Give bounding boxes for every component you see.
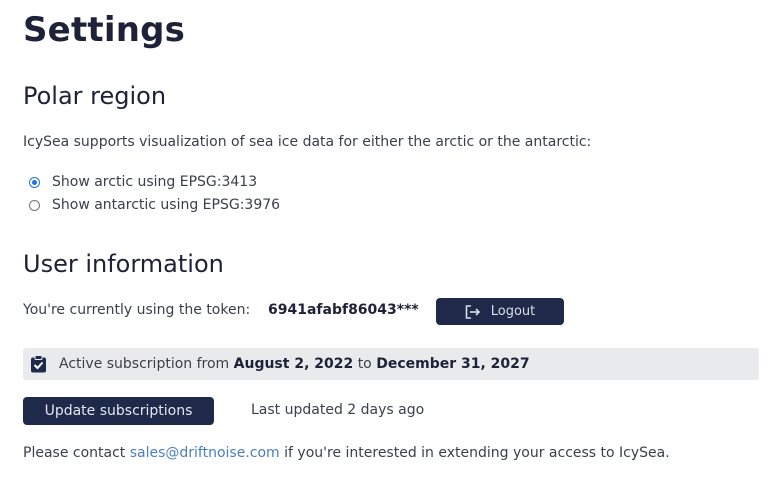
contact-prefix: Please contact bbox=[23, 445, 126, 461]
radio-option-antarctic[interactable]: Show antarctic using EPSG:3976 bbox=[29, 196, 280, 214]
clipboard-check-icon bbox=[30, 355, 47, 373]
logout-icon bbox=[465, 304, 480, 319]
subscription-connector: to bbox=[357, 356, 372, 372]
radio-option-arctic[interactable]: Show arctic using EPSG:3413 bbox=[29, 173, 257, 191]
user-information-title: User information bbox=[23, 250, 224, 278]
contact-suffix: if you're interested in extending your a… bbox=[284, 445, 670, 461]
last-updated-text: Last updated 2 days ago bbox=[251, 402, 425, 418]
logout-button[interactable]: Logout bbox=[436, 298, 564, 325]
page-title: Settings bbox=[23, 10, 186, 50]
contact-text: Please contact sales@driftnoise.com if y… bbox=[23, 445, 670, 461]
update-subscriptions-button[interactable]: Update subscriptions bbox=[23, 397, 214, 425]
token-value: 6941afabf86043*** bbox=[268, 302, 419, 318]
logout-label[interactable]: Logout bbox=[491, 304, 536, 319]
polar-region-title: Polar region bbox=[23, 82, 167, 110]
radio-label-arctic[interactable]: Show arctic using EPSG:3413 bbox=[52, 174, 257, 190]
subscription-status-bar: Active subscription from August 2, 2022 … bbox=[23, 348, 759, 380]
token-label: You're currently using the token: bbox=[23, 302, 251, 318]
radio-button-antarctic[interactable] bbox=[29, 199, 40, 211]
polar-region-description: IcySea supports visualization of sea ice… bbox=[23, 134, 592, 150]
subscription-prefix: Active subscription from bbox=[59, 356, 230, 372]
subscription-text: Active subscription from August 2, 2022 … bbox=[59, 356, 530, 372]
subscription-start-date: August 2, 2022 bbox=[233, 356, 354, 372]
sales-email-link[interactable]: sales@driftnoise.com bbox=[130, 445, 280, 461]
radio-label-antarctic[interactable]: Show antarctic using EPSG:3976 bbox=[52, 197, 280, 213]
token-row: You're currently using the token: 6941af… bbox=[23, 297, 723, 325]
subscription-end-date: December 31, 2027 bbox=[376, 356, 530, 372]
radio-button-arctic[interactable] bbox=[29, 176, 40, 188]
